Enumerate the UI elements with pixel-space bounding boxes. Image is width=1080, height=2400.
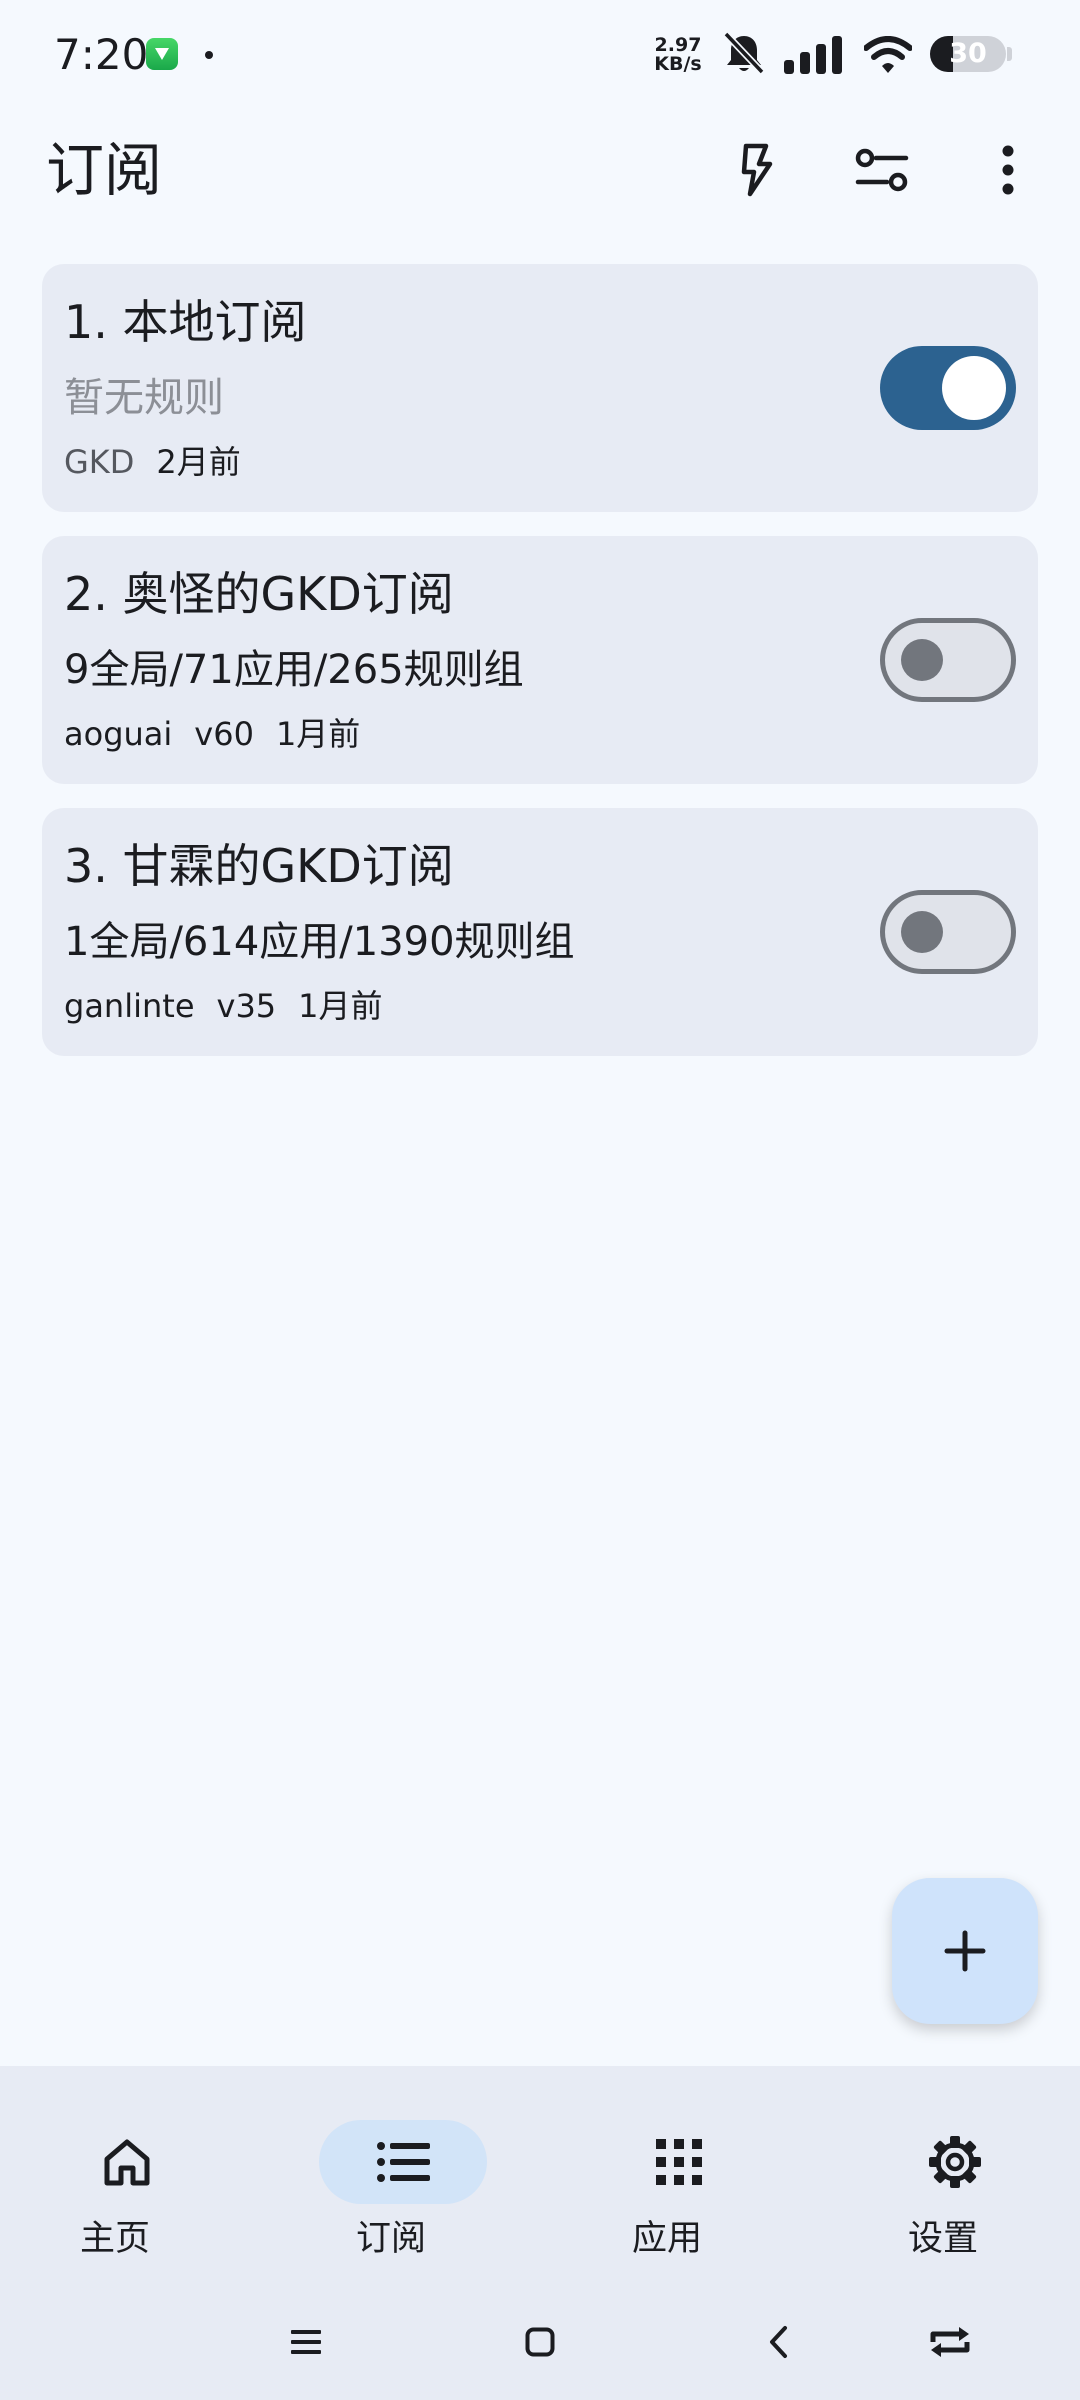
subscription-author: aoguai	[64, 715, 173, 753]
flash-icon	[741, 143, 773, 197]
nav-label: 订阅	[355, 2219, 426, 2259]
plus-icon	[944, 1930, 986, 1972]
network-speed-unit: KB/s	[654, 53, 702, 75]
wifi-icon	[864, 36, 912, 73]
subscription-meta: aoguai v60 1月前	[64, 712, 360, 756]
system-back-button[interactable]	[748, 2312, 808, 2372]
subscription-updated: 1月前	[275, 715, 361, 753]
subscription-rules: 9全局/71应用/265规则组	[64, 647, 524, 693]
subscription-toggle[interactable]	[880, 890, 1016, 974]
subscription-version: v35	[216, 987, 277, 1025]
nav-label: 主页	[79, 2219, 150, 2259]
status-bar: 7:20 2.97 KB/s 30	[0, 0, 1080, 110]
system-menu-button[interactable]	[276, 2312, 336, 2372]
subscription-updated: 2月前	[156, 443, 241, 481]
battery-level: 30	[949, 38, 987, 69]
system-navigation-bar	[0, 2290, 1080, 2390]
subscription-toggle[interactable]	[880, 346, 1016, 430]
status-time: 7:20	[54, 30, 149, 79]
subscription-rules: 暂无规则	[64, 375, 224, 421]
nav-item-apps[interactable]: 应用	[555, 2092, 755, 2292]
home-square-icon	[525, 2327, 555, 2357]
subscription-author: GKD	[64, 443, 135, 481]
menu-icon	[291, 2330, 321, 2354]
subscription-meta: ganlinte v35 1月前	[64, 984, 383, 1028]
nav-label: 设置	[907, 2219, 978, 2259]
toggle-knob	[901, 911, 943, 953]
gear-icon	[929, 2136, 981, 2188]
home-icon	[104, 2139, 150, 2186]
battery-indicator: 30	[930, 36, 1006, 72]
toggle-knob	[901, 639, 943, 681]
subscription-rules: 1全局/614应用/1390规则组	[64, 919, 575, 965]
nav-pill	[43, 2120, 211, 2204]
system-rotate-button[interactable]	[920, 2312, 980, 2372]
nav-item-settings[interactable]: 设置	[831, 2092, 1031, 2292]
network-speed: 2.97 KB/s	[650, 36, 706, 74]
subscription-title: 2. 奥怪的GKD订阅	[64, 567, 454, 621]
bell-off-icon	[723, 31, 765, 75]
subscription-author: ganlinte	[64, 987, 195, 1025]
subscription-title: 1. 本地订阅	[64, 295, 307, 349]
nav-pill	[595, 2120, 763, 2204]
list-icon	[377, 2142, 430, 2182]
subscription-title: 3. 甘霖的GKD订阅	[64, 839, 454, 893]
notification-dot-icon	[205, 51, 213, 59]
flash-button[interactable]	[716, 130, 796, 210]
apps-grid-icon	[656, 2139, 702, 2185]
filter-button[interactable]	[842, 130, 922, 210]
subscription-version: v60	[194, 715, 254, 753]
subscription-updated: 1月前	[298, 987, 383, 1025]
nav-item-home[interactable]: 主页	[3, 2092, 203, 2292]
battery-cap	[1007, 47, 1012, 61]
nav-pill-active	[319, 2120, 487, 2204]
nav-pill	[871, 2120, 1039, 2204]
rotate-icon	[930, 2327, 970, 2357]
download-app-icon	[146, 38, 178, 70]
back-icon	[770, 2326, 787, 2358]
subscription-meta: GKD 2月前	[64, 440, 241, 484]
page-title: 订阅	[46, 136, 163, 204]
tune-icon	[855, 148, 909, 192]
top-app-bar: 订阅	[0, 110, 1080, 230]
system-home-button[interactable]	[510, 2312, 570, 2372]
toggle-knob	[942, 356, 1006, 420]
subscription-card-local[interactable]: 1. 本地订阅 暂无规则 GKD 2月前	[42, 264, 1038, 512]
signal-icon	[784, 36, 842, 74]
more-vertical-icon	[1002, 145, 1014, 195]
nav-label: 应用	[631, 2219, 702, 2259]
more-options-button[interactable]	[968, 130, 1048, 210]
screen: 7:20 2.97 KB/s 30 订阅 1. 本地订阅 暂无规则 GKD 2月…	[0, 0, 1080, 2400]
add-subscription-button[interactable]	[892, 1878, 1038, 2024]
subscription-card-ganlin[interactable]: 3. 甘霖的GKD订阅 1全局/614应用/1390规则组 ganlinte v3…	[42, 808, 1038, 1056]
subscription-toggle[interactable]	[880, 618, 1016, 702]
nav-item-subscriptions[interactable]: 订阅	[279, 2092, 487, 2292]
subscription-card-aoguai[interactable]: 2. 奥怪的GKD订阅 9全局/71应用/265规则组 aoguai v60 1月前	[42, 536, 1038, 784]
